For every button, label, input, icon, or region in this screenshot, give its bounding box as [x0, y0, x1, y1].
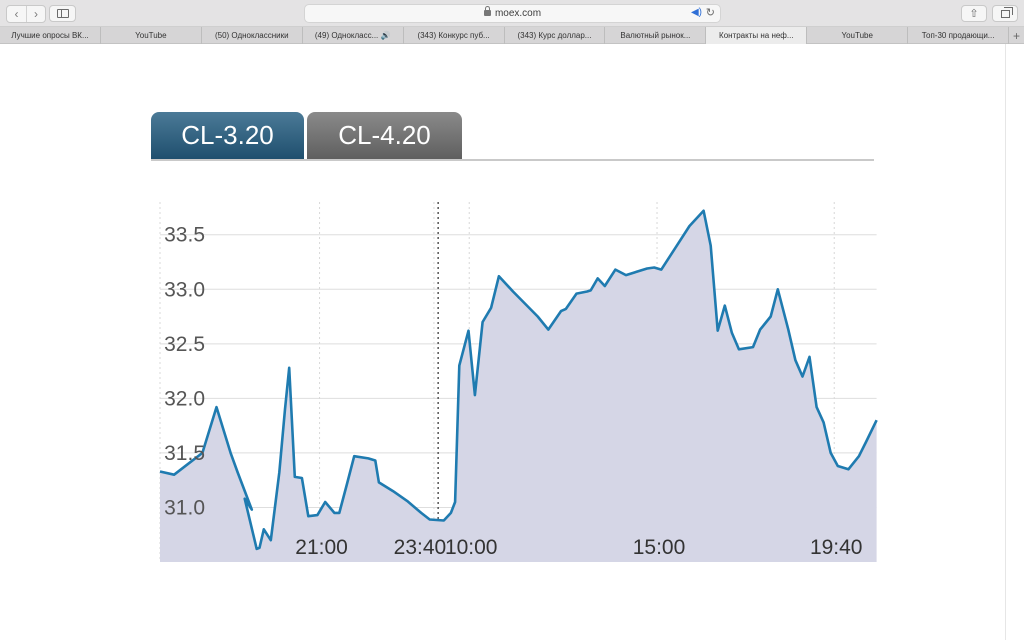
share-icon: ⇧	[969, 8, 979, 20]
y-tick-label: 31.5	[164, 442, 205, 465]
x-tick-label: 21:00	[295, 536, 348, 559]
address-bar[interactable]: moex.com ◀) ↻	[304, 4, 721, 23]
x-tick-label: 19:40	[810, 536, 863, 559]
chart-tab-cl-3-20[interactable]: CL-3.20	[151, 112, 304, 159]
new-tab-icon[interactable]: +	[1009, 27, 1024, 44]
browser-tab[interactable]: (343) Курс доллар...	[505, 27, 606, 44]
speaker-icon[interactable]: ◀)	[691, 7, 702, 18]
share-button[interactable]: ⇧	[961, 5, 987, 22]
chart-tab-cl-4-20[interactable]: CL-4.20	[307, 112, 462, 159]
browser-tab[interactable]: (49) Однокласс... 🔊	[303, 27, 404, 44]
back-icon[interactable]: ‹	[7, 6, 26, 22]
y-tick-label: 33.5	[164, 224, 205, 247]
browser-tab[interactable]: (343) Конкурс пуб...	[404, 27, 505, 44]
browser-tab[interactable]: Контракты на неф...	[706, 27, 808, 44]
browser-tab-bar: Лучшие опросы ВК... YouTube (50) Однокласс…	[0, 27, 1024, 44]
y-tick-label: 32.5	[164, 333, 205, 356]
forward-icon[interactable]: ›	[26, 6, 45, 22]
browser-tab[interactable]: Валютный рынок...	[605, 27, 707, 44]
url-text: moex.com	[494, 8, 542, 19]
x-tick-label: 15:00	[633, 536, 686, 559]
browser-toolbar: ‹ › moex.com ◀) ↻ ⇧	[0, 0, 1024, 27]
x-tick-label: 23:40	[394, 536, 447, 559]
tab-underline	[151, 159, 874, 161]
tabs-icon	[1000, 6, 1013, 18]
lock-icon	[483, 6, 491, 16]
browser-tab[interactable]: Лучшие опросы ВК...	[0, 27, 101, 44]
browser-tab[interactable]: YouTube	[101, 27, 202, 44]
browser-tab[interactable]: Топ-30 продающи...	[908, 27, 1010, 44]
y-tick-label: 32.0	[164, 387, 205, 410]
y-tick-label: 33.0	[164, 278, 205, 301]
price-chart: 31.0 31.5 32.0 32.5 33.0 33.5 21:00 23:4010:00 1…	[159, 202, 878, 562]
x-tick-label: 10:00	[445, 536, 498, 559]
browser-tab[interactable]: (50) Одноклассники	[202, 27, 303, 44]
navigation-buttons: ‹ ›	[6, 5, 46, 23]
reload-icon[interactable]: ↻	[706, 6, 715, 19]
page-edge-line	[1005, 44, 1006, 640]
show-tabs-button[interactable]	[992, 5, 1018, 22]
browser-tab[interactable]: YouTube	[807, 27, 909, 44]
sidebar-toggle-button[interactable]	[49, 5, 76, 22]
sidebar-icon	[56, 9, 69, 18]
y-tick-label: 31.0	[164, 496, 205, 519]
series-area	[160, 210, 877, 562]
